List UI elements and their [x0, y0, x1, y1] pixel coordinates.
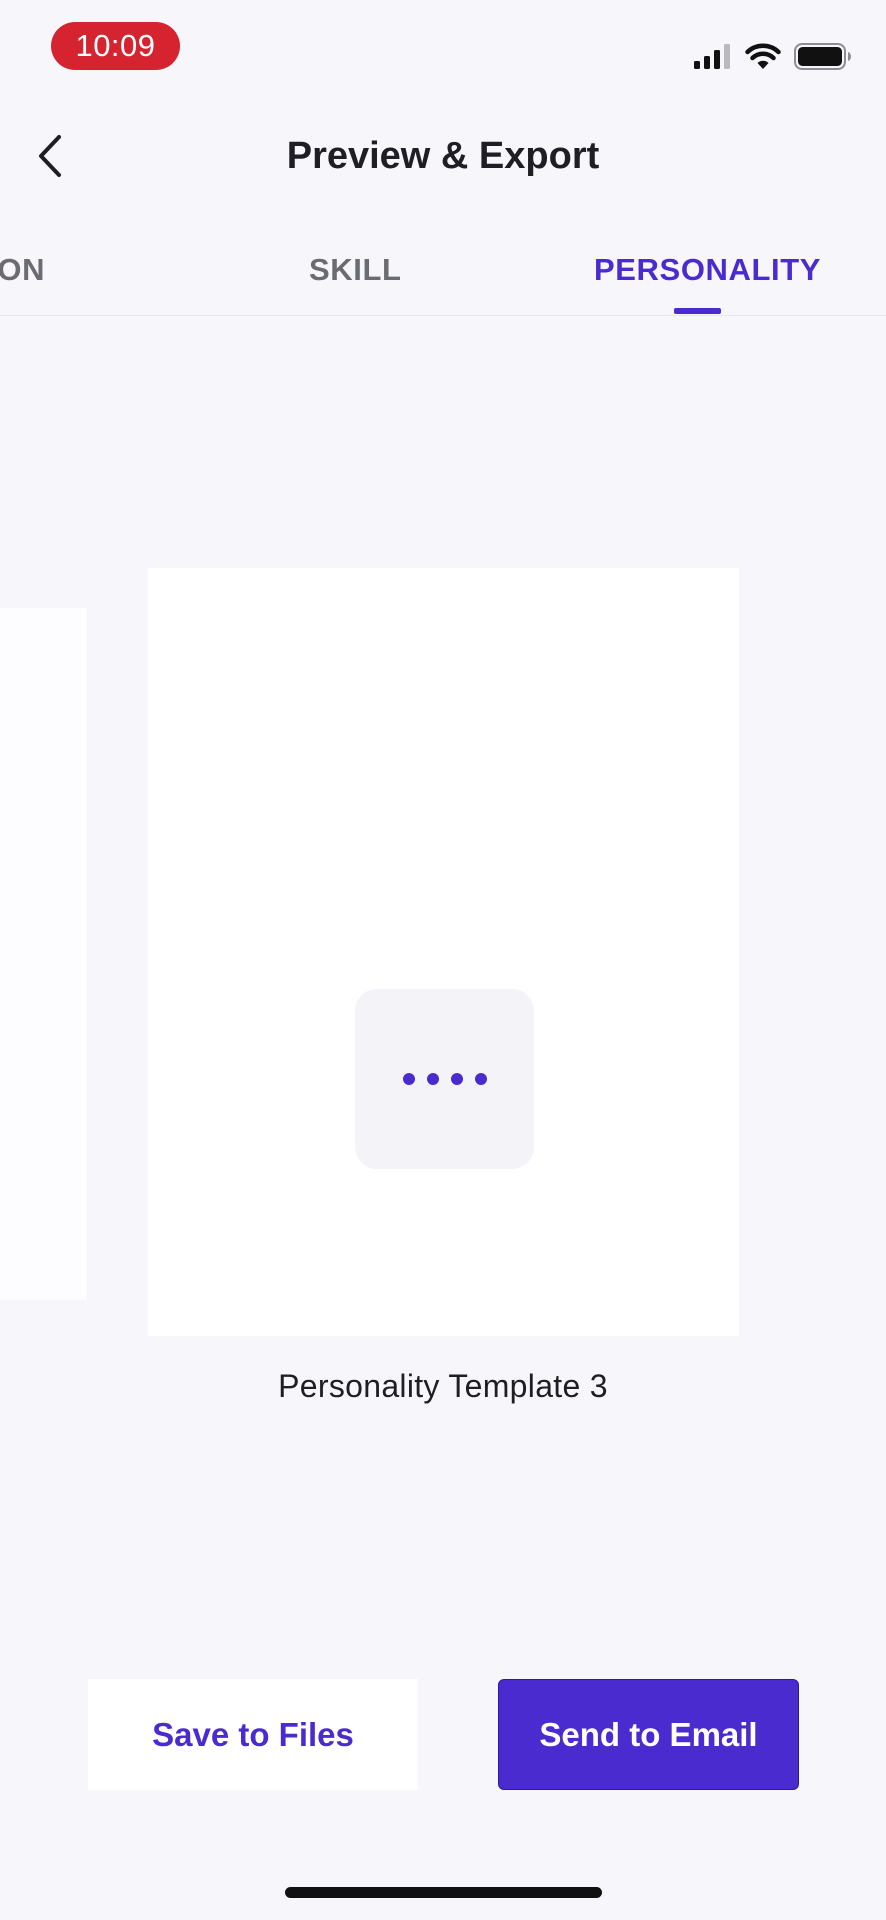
chevron-left-icon: [39, 135, 61, 177]
tab-bar: ATION SKILL PERSONALITY: [0, 228, 886, 316]
battery-icon: [794, 42, 851, 70]
tab-education[interactable]: ATION: [0, 242, 45, 298]
save-to-files-button[interactable]: Save to Files: [88, 1679, 418, 1790]
loading-dot: [474, 1073, 487, 1085]
cellular-signal-icon: [694, 44, 730, 69]
template-name: Personality Template 3: [278, 1368, 608, 1404]
page-title: Preview & Export: [286, 135, 600, 177]
loading-dots-icon: [355, 989, 534, 1169]
wifi-icon: [745, 43, 781, 69]
nav-bar: Preview & Export: [0, 108, 886, 204]
home-indicator: [285, 1887, 602, 1898]
back-button[interactable]: [22, 128, 78, 184]
active-tab-indicator: [674, 308, 721, 314]
loading-dot: [450, 1073, 463, 1085]
tab-personality[interactable]: PERSONALITY: [594, 242, 821, 298]
template-preview-card[interactable]: [148, 568, 739, 1336]
status-bar: 10:09: [0, 0, 886, 100]
loading-dot: [426, 1073, 439, 1085]
send-to-email-button[interactable]: Send to Email: [498, 1679, 799, 1790]
status-icons: [694, 38, 852, 74]
template-card-previous[interactable]: [0, 608, 87, 1300]
tab-skill[interactable]: SKILL: [309, 242, 402, 298]
loading-dot: [402, 1073, 415, 1085]
status-time: 10:09: [51, 22, 180, 70]
